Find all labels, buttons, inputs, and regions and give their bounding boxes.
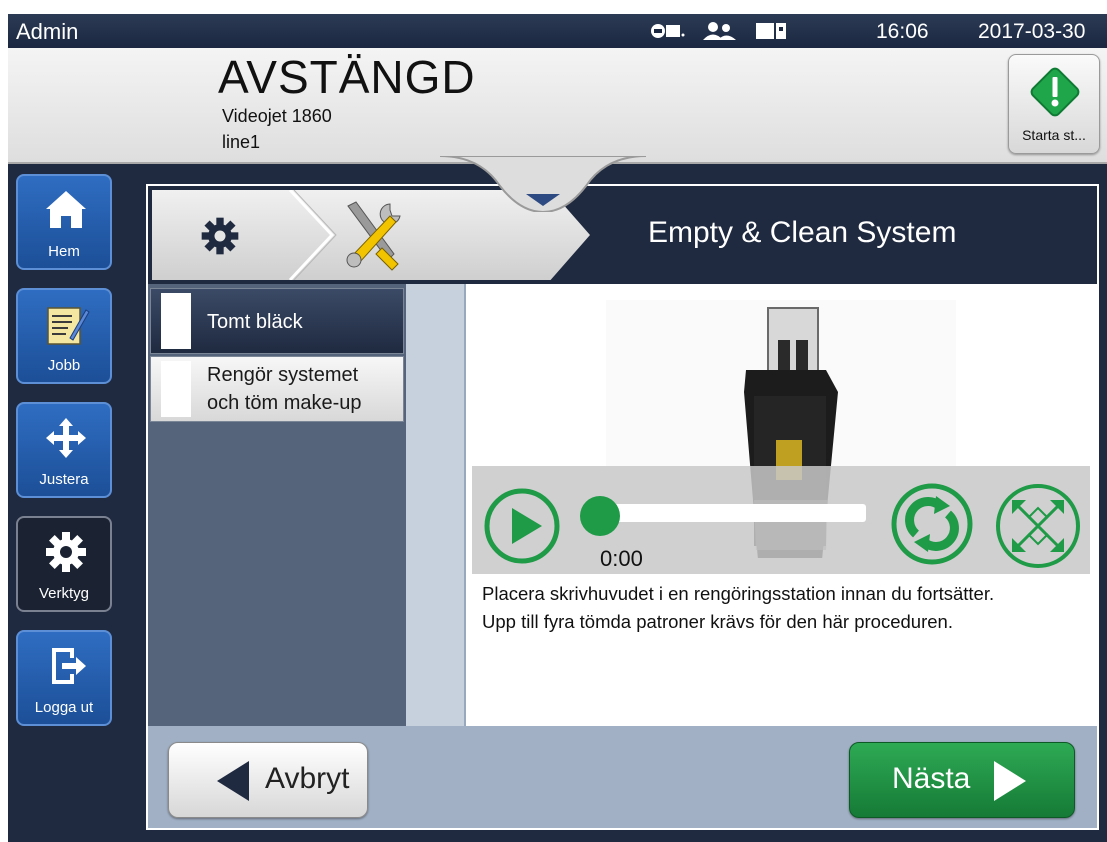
step-checkbox [161,361,191,417]
tools-icon[interactable] [338,198,406,272]
current-user: Admin [16,19,79,44]
instruction-line: Placera skrivhuvudet i en rengöringsstat… [482,583,995,604]
status-bar: Admin 16:06 2017-03-30 [8,14,1107,48]
video-elapsed-time: 0:00 [600,546,643,571]
forward-arrow-icon [994,761,1026,801]
cancel-button[interactable]: Avbryt [168,742,368,818]
nav-logout-label: Logga ut [34,699,94,716]
step-checkbox [161,293,191,349]
play-icon[interactable] [482,486,562,566]
procedure-panel: Empty & Clean System Tomt bläck Rengör s… [146,184,1099,830]
clock-date: 2017-03-30 [978,20,1086,43]
nav-jobs[interactable]: Jobb [16,288,112,384]
video-progress-track[interactable] [584,504,866,522]
video-progress-knob[interactable] [580,496,620,536]
printer-header: AVSTÄNGD Videojet 1860 line1 Starta st..… [8,48,1107,164]
nav-adjust[interactable]: Justera [16,402,112,498]
nav-tools-label: Verktyg [38,585,90,602]
step-label: Rengör systemet och töm make-up [207,364,362,414]
cancel-button-label: Avbryt [265,762,350,795]
nav-adjust-label: Justera [39,471,89,488]
nav-tools[interactable]: Verktyg [16,516,112,612]
move-icon [46,418,86,458]
next-button-label: Nästa [892,762,971,795]
back-arrow-icon [217,761,249,801]
gear-icon [46,532,86,572]
breadcrumb-gear-icon[interactable] [198,214,242,258]
printer-model: Videojet 1860 [222,106,332,126]
panel-title: Empty & Clean System [648,216,957,249]
nav-home-label: Hem [48,243,80,260]
instruction-line: Upp till fyra tömda patroner krävs för d… [482,611,953,632]
next-button[interactable]: Nästa [849,742,1075,818]
step-content: 0:00 Placera skrivhuvudet i en rengöring… [466,284,1097,726]
job-icon [47,307,90,345]
nav-logout[interactable]: Logga ut [16,630,112,726]
start-diamond-icon [1030,67,1080,117]
status-icons [650,21,788,47]
cartridge-icon [754,21,788,47]
instruction-text: Placera skrivhuvudet i en rengöringsstat… [482,580,1092,636]
header-expand-tab[interactable] [440,156,646,212]
step-label: Tomt bläck [207,311,303,333]
step-list-gutter [406,284,464,726]
logout-icon [52,648,86,684]
step-item-empty-ink[interactable]: Tomt bläck [150,288,404,354]
video-controls: 0:00 [472,466,1090,574]
nav-home[interactable]: Hem [16,174,112,270]
home-icon [46,191,86,228]
start-printer-button[interactable]: Starta st... [1008,54,1100,154]
network-icon [650,21,686,47]
fullscreen-icon[interactable] [994,482,1082,570]
printer-line: line1 [222,132,261,152]
step-item-clean-system[interactable]: Rengör systemet och töm make-up [150,356,404,422]
users-icon [700,21,740,47]
breadcrumb-separator [288,190,337,280]
panel-footer: Avbryt Nästa [148,726,1097,828]
nav-jobs-label: Jobb [47,357,81,374]
clock-time: 16:06 [876,20,929,43]
start-button-label: Starta st... [1022,127,1086,143]
printer-state: AVSTÄNGD [218,51,476,103]
replay-icon[interactable] [890,482,974,566]
